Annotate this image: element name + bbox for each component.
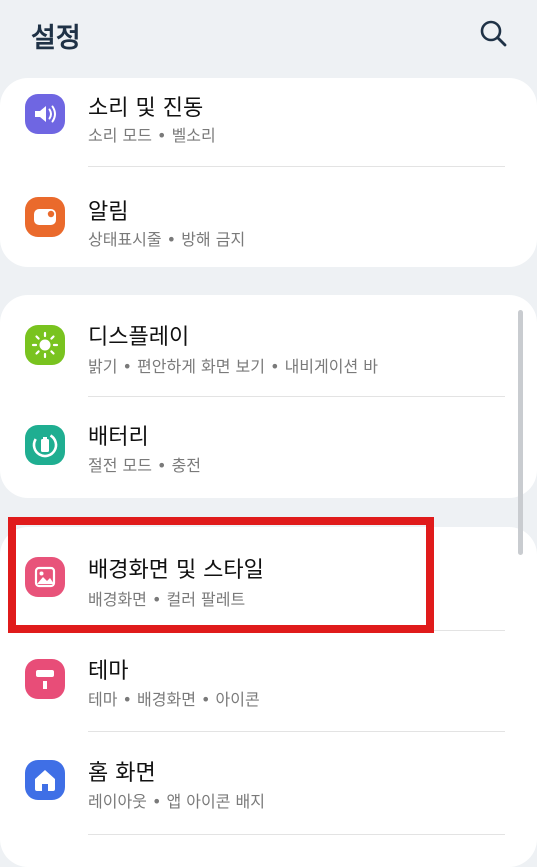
settings-item-label: 홈 화면 <box>88 761 156 786</box>
sun-icon <box>25 325 65 365</box>
settings-item-label: 알림 <box>88 200 129 225</box>
settings-item-description: 상태표시줄 • 방해 금지 <box>88 230 246 249</box>
paint-roller-icon <box>25 659 65 699</box>
settings-item-battery[interactable]: 배터리 절전 모드 • 충전 <box>0 397 537 497</box>
page-title: 설정 <box>31 23 81 54</box>
settings-item-label: 배터리 <box>88 425 149 450</box>
settings-group-display-battery: 디스플레이 밝기 • 편안하게 화면 보기 • 내비게이션 바 배터리 절전 모… <box>0 295 537 498</box>
settings-item-label: 소리 및 진동 <box>88 96 204 121</box>
battery-icon <box>25 425 65 465</box>
settings-item-notifications[interactable]: 알림 상태표시줄 • 방해 금지 <box>0 167 537 267</box>
search-icon <box>480 20 507 47</box>
settings-item-description: 밝기 • 편안하게 화면 보기 • 내비게이션 바 <box>88 357 378 376</box>
highlight-box <box>8 517 434 633</box>
settings-item-description: 절전 모드 • 충전 <box>88 456 202 475</box>
settings-item-label: 테마 <box>88 659 129 684</box>
speaker-icon <box>25 94 65 134</box>
search-button[interactable] <box>478 18 510 50</box>
settings-item-themes[interactable]: 테마 테마 • 배경화면 • 아이콘 <box>0 631 537 731</box>
settings-item-display[interactable]: 디스플레이 밝기 • 편안하게 화면 보기 • 내비게이션 바 <box>0 295 537 395</box>
home-icon <box>25 760 65 800</box>
settings-item-home-screen[interactable]: 홈 화면 레이아웃 • 앱 아이콘 배지 <box>0 732 537 832</box>
scrollbar[interactable] <box>518 310 523 555</box>
divider <box>88 834 505 835</box>
settings-item-description: 테마 • 배경화면 • 아이콘 <box>88 690 260 709</box>
settings-group-sound-notifications: 소리 및 진동 소리 모드 • 벨소리 알림 상태표시줄 • 방해 금지 <box>0 78 537 267</box>
settings-item-sound[interactable]: 소리 및 진동 소리 모드 • 벨소리 <box>0 78 537 164</box>
settings-item-description: 소리 모드 • 벨소리 <box>88 126 216 145</box>
notification-icon <box>25 197 65 237</box>
settings-item-label: 디스플레이 <box>88 325 190 350</box>
settings-item-description: 레이아웃 • 앱 아이콘 배지 <box>88 792 265 811</box>
app-header: 설정 <box>0 0 537 70</box>
